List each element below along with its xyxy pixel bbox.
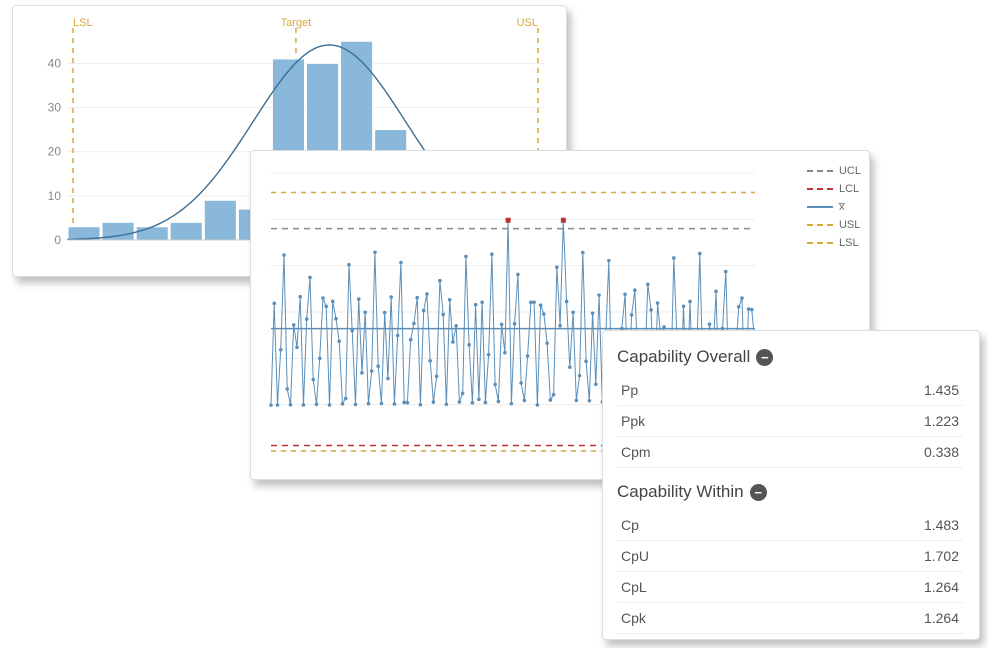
stat-value: 1.702 [775,541,963,572]
collapse-icon[interactable]: − [756,349,773,366]
svg-text:10: 10 [48,189,62,203]
stat-value: 1.264 [775,603,963,634]
capability-overall-table: Pp1.435 Ppk1.223 Cpm0.338 [617,375,963,468]
stat-value: 1.223 [778,406,963,437]
stat-label: CpL [617,572,775,603]
capability-within-title: Capability Within [617,482,744,502]
svg-text:LSL: LSL [73,17,93,29]
stat-value: 1.435 [778,375,963,406]
legend-lcl: LCL [839,183,859,195]
run-chart-legend: UCL LCL x̅ USL LSL [807,165,861,255]
svg-text:0: 0 [54,233,61,247]
legend-usl: USL [839,219,860,231]
legend-mean: x̅ [839,201,845,213]
stat-label: CpU [617,541,775,572]
capability-card: Capability Overall − Pp1.435 Ppk1.223 Cp… [602,330,980,640]
svg-text:20: 20 [48,145,62,159]
capability-overall-title: Capability Overall [617,347,750,367]
legend-ucl: UCL [839,165,861,177]
stat-value: 0.338 [778,437,963,468]
stat-label: Pp [617,375,778,406]
svg-text:30: 30 [48,101,62,115]
legend-lsl: LSL [839,237,859,249]
stat-label: Cpk [617,603,775,634]
capability-within-heading[interactable]: Capability Within − [617,482,963,502]
stat-label: Ppk [617,406,778,437]
stat-value: 1.264 [775,572,963,603]
capability-overall-heading[interactable]: Capability Overall − [617,347,963,367]
svg-text:Target: Target [281,17,312,29]
svg-text:40: 40 [48,56,62,70]
stat-label: Cp [617,510,775,541]
stat-label: Cpm [617,437,778,468]
collapse-icon[interactable]: − [750,484,767,501]
svg-text:USL: USL [517,17,538,29]
capability-within-table: Cp1.483 CpU1.702 CpL1.264 Cpk1.264 [617,510,963,634]
stat-value: 1.483 [775,510,963,541]
